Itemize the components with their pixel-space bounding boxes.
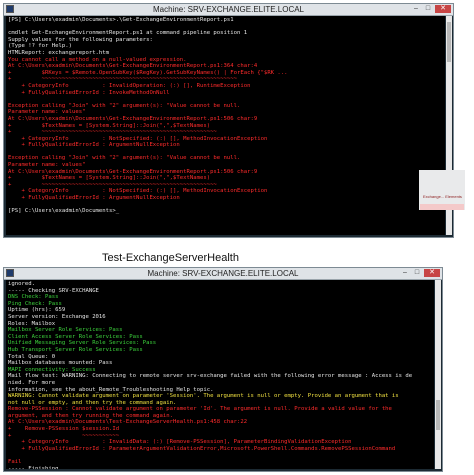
background-window-strip: Exchange... Elements: [419, 170, 465, 210]
console-line: information, see the about_Remote_Troubl…: [8, 386, 214, 393]
console-line: Uptime (hrs): 659: [8, 307, 66, 314]
console-line: Parameter name: values": [8, 162, 86, 169]
top-window-title: Machine: SRV-EXCHANGE.ELITE.LOCAL: [152, 5, 305, 14]
console-line: + FullyQualifiedErrorId : ParameterArgum…: [8, 445, 396, 452]
console-line: Mailbox Server Role Services: Pass: [8, 327, 123, 334]
console-line: Exception calling "Join" with "2" argume…: [8, 102, 241, 109]
console-line: Fail: [8, 459, 22, 466]
console-line: + ~~~~~~~~~~~~~~~~~~~~~~~~~~~~~~~~~~~~~~…: [8, 76, 238, 83]
console-line: Remove-PSSession : Cannot validate argum…: [8, 406, 392, 413]
close-icon[interactable]: ✕: [424, 269, 440, 277]
console-line: You cannot call a method on a null-value…: [8, 56, 187, 63]
console-line: ignored.: [8, 281, 35, 287]
console-line: + CategoryInfo : InvalidData: (:) [Remov…: [8, 439, 352, 446]
console-line: + ~~~~~~~~~~~: [8, 432, 120, 439]
console-line: not null or empty, and then try the comm…: [8, 399, 177, 406]
top-console-window[interactable]: Machine: SRV-EXCHANGE.ELITE.LOCAL – □ ✕ …: [3, 3, 454, 238]
console-line: ----- Finishing: [8, 465, 59, 469]
console-line: At C:\Users\exadmin\Documents\Get-Exchan…: [8, 63, 258, 70]
console-line: Mail flow test: WARNING: Connecting to r…: [8, 373, 413, 380]
console-line: HTMLReport: exchangereport.htm: [8, 49, 110, 56]
console-line: Supply values for the following paramete…: [8, 36, 153, 43]
console-line: + ~~~~~~~~~~~~~~~~~~~~~~~~~~~~~~~~~~~~~~…: [8, 129, 217, 136]
console-line: Mailbox databases mounted: Pass: [8, 360, 113, 367]
console-line: Unified Messaging Server Role Services: …: [8, 340, 157, 347]
console-line: argument, and then try running the comma…: [8, 412, 174, 419]
console-line: WARNING: Cannot validate argument on par…: [8, 393, 399, 400]
minimize-icon[interactable]: –: [411, 5, 421, 13]
console-line: Server version: Exchange 2016: [8, 313, 106, 320]
console-line: Exception calling "Join" with "2" argume…: [8, 155, 241, 162]
console-line: [PS] C:\Users\exadmin\Documents>_: [8, 208, 120, 215]
console-line: nied. For more: [8, 379, 56, 386]
console-line: + $TextNames = [System.String]::Join(","…: [8, 175, 211, 182]
console-line: At C:\Users\exadmin\Documents\Test-Excha…: [8, 419, 248, 426]
top-scrollbar-thumb[interactable]: [447, 22, 451, 62]
powershell-icon: [6, 269, 14, 277]
console-line: Parameter name: values": [8, 109, 86, 116]
console-line: + CategoryInfo : NotSpecified: (:) [], M…: [8, 135, 268, 142]
top-console-output[interactable]: [PS] C:\Users\exadmin\Documents>.\Get-Ex…: [6, 16, 445, 235]
minimize-icon[interactable]: –: [400, 269, 410, 277]
console-line: Client Access Server Role Services: Pass: [8, 333, 143, 340]
bottom-scrollbar[interactable]: [435, 280, 441, 469]
console-line: ----- Checking SRV-EXCHANGE: [8, 287, 99, 294]
background-window-text: Exchange... Elements: [423, 194, 462, 199]
bottom-scrollbar-thumb[interactable]: [436, 400, 440, 430]
bottom-console-window[interactable]: Machine: SRV-EXCHANGE.ELITE.LOCAL – □ ✕ …: [3, 267, 443, 472]
console-line: MAPI connectivity: Success: [8, 366, 96, 373]
background-highlight: [420, 204, 464, 210]
maximize-icon[interactable]: □: [423, 5, 433, 13]
bottom-window-title: Machine: SRV-EXCHANGE.ELITE.LOCAL: [147, 269, 299, 278]
console-line: + $RKeys = $Remote.OpenSubKey($RegKey).G…: [8, 69, 288, 76]
console-line: + CategoryInfo : NotSpecified: (:) [], M…: [8, 188, 268, 195]
console-line: Hub Transport Server Role Services: Pass: [8, 346, 143, 353]
console-line: cmdlet Get-ExchangeEnvironmentReport.ps1…: [8, 30, 248, 37]
console-line: + ~~~~~~~~~~~~~~~~~~~~~~~~~~~~~~~~~~~~~~…: [8, 181, 217, 188]
powershell-icon: [6, 5, 14, 13]
top-window-controls: – □ ✕: [411, 5, 451, 13]
console-line: + FullyQualifiedErrorId : ArgumentNullEx…: [8, 142, 180, 149]
console-line: + Remove-PSSession $session.Id: [8, 426, 120, 433]
console-line: [PS] C:\Users\exadmin\Documents>.\Get-Ex…: [8, 17, 234, 23]
top-title-bar[interactable]: Machine: SRV-EXCHANGE.ELITE.LOCAL – □ ✕: [4, 4, 453, 16]
console-line: + CategoryInfo : InvalidOperation: (:) […: [8, 82, 251, 89]
console-line: + FullyQualifiedErrorId : ArgumentNullEx…: [8, 195, 180, 202]
close-icon[interactable]: ✕: [435, 5, 451, 13]
console-line: Total Queue: 0: [8, 353, 56, 360]
console-line: (Type !? for Help.): [8, 43, 72, 50]
console-line: Roles: Mailbox: [8, 320, 56, 327]
console-line: + $TextNames = [System.String]::Join(","…: [8, 122, 211, 129]
console-line: Ping Check: Pass: [8, 300, 62, 307]
maximize-icon[interactable]: □: [412, 269, 422, 277]
bottom-window-controls: – □ ✕: [400, 269, 440, 277]
caption-label: Test-ExchangeServerHealth: [102, 252, 239, 264]
bottom-console-output[interactable]: ignored. ----- Checking SRV-EXCHANGE DNS C…: [6, 280, 434, 469]
bottom-title-bar[interactable]: Machine: SRV-EXCHANGE.ELITE.LOCAL – □ ✕: [4, 268, 442, 280]
console-line: + FullyQualifiedErrorId : InvokeMethodOn…: [8, 89, 170, 96]
console-line: At C:\Users\exadmin\Documents\Get-Exchan…: [8, 168, 258, 175]
console-line: DNS Check: Pass: [8, 294, 59, 301]
console-line: At C:\Users\exadmin\Documents\Get-Exchan…: [8, 115, 258, 122]
